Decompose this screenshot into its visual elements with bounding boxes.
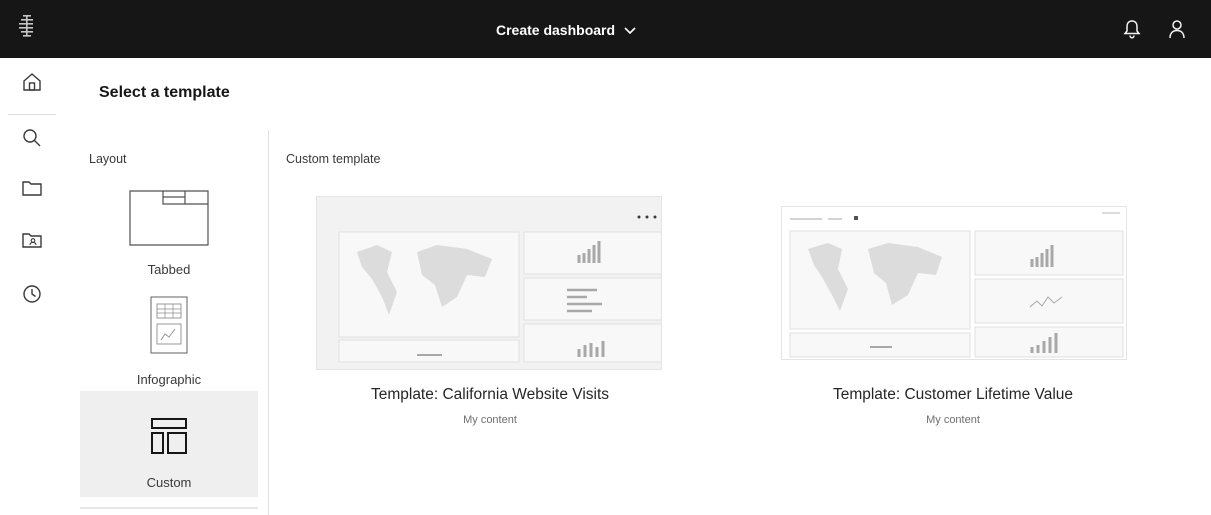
notification-bell-icon[interactable] [1121,18,1143,40]
search-icon[interactable] [20,126,44,150]
layout-option-infographic[interactable]: Infographic [80,292,258,388]
layout-option-label: Infographic [136,372,202,387]
tabbed-layout-icon [129,190,209,246]
home-icon[interactable] [20,70,44,94]
template-location: My content [463,414,517,426]
column-divider [268,130,269,515]
clock-icon[interactable] [20,282,44,306]
user-icon[interactable] [1166,18,1188,40]
nav-divider [8,114,56,115]
dashboard-title-dropdown[interactable]: Create dashboard [496,17,637,43]
template-card-customer-lifetime-value[interactable]: Template: Customer Lifetime Value My con… [763,193,1143,433]
layout-section-label: Layout [89,152,127,166]
layout-option-tabbed[interactable]: Tabbed [80,182,258,282]
template-preview-graphic [338,215,665,363]
custom-layout-icon [151,418,187,454]
template-thumbnail [316,196,665,370]
template-thumbnail [781,206,1127,360]
layout-option-label: Custom [146,475,192,490]
top-bar: Create dashboard [0,0,1211,58]
template-location: My content [926,414,980,426]
templates-section-label: Custom template [286,152,381,166]
chevron-down-icon [624,27,636,35]
template-title: Template: Customer Lifetime Value [832,386,1074,403]
layout-option-label: Tabbed [147,262,191,277]
folder-icon[interactable] [20,176,44,200]
infographic-layout-icon [150,296,188,354]
layout-option-custom[interactable]: Custom [80,391,258,497]
template-card-california-website-visits[interactable]: Template: California Website Visits My c… [300,193,680,433]
panel-title: Select a template [99,84,230,101]
template-preview-graphic [789,212,1124,358]
dashboard-title: Create dashboard [496,22,616,38]
layout-list-divider [80,507,258,509]
team-folder-icon[interactable] [20,228,44,252]
template-title: Template: California Website Visits [370,386,610,403]
app-menu-icon[interactable] [14,13,40,39]
side-nav [0,58,64,515]
